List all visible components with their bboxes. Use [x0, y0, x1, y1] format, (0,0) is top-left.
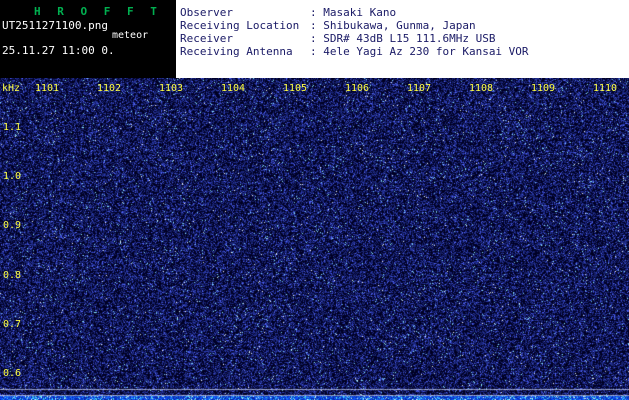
time-label: 1103	[159, 83, 184, 94]
observer-info-row: Observer: Masaki Kano	[180, 6, 629, 19]
info-label: Receiving Location	[180, 19, 300, 32]
spectrogram-canvas	[0, 78, 629, 400]
station-name: meteor	[112, 30, 149, 41]
observer-info-panel: Observer: Masaki Kano Receiving Location:…	[176, 0, 629, 78]
spectrogram-panel: kHz 1101 1102 1103 1104 1105 1106 1107 1108 1109…	[0, 78, 629, 400]
info-label: Receiver	[180, 32, 233, 45]
time-label: 1105	[283, 83, 308, 94]
time-label: 1106	[345, 83, 370, 94]
datetime-label: 25.11.27 11:00 0.	[2, 44, 115, 57]
observer-info-row: Receiver: SDR# 43dB L15 111.6MHz USB	[180, 32, 629, 45]
time-label: 1109	[531, 83, 556, 94]
observer-info-row: Receiving Location: Shibukawa, Gunma, Ja…	[180, 19, 629, 32]
freq-label: 0.6	[3, 368, 22, 379]
info-label: Receiving Antenna	[180, 45, 293, 58]
output-filename: UT2511271100.png	[2, 19, 108, 32]
freq-unit-label: kHz	[2, 83, 21, 94]
info-separator: :	[310, 6, 324, 19]
header-left: H R O F F T UT2511271100.png meteor 25.1…	[0, 0, 176, 78]
time-label: 1107	[407, 83, 432, 94]
info-value: Shibukawa, Gunma, Japan	[323, 19, 476, 32]
info-value: SDR# 43dB L15 111.6MHz USB	[323, 32, 496, 45]
info-separator: :	[310, 19, 324, 32]
header: H R O F F T UT2511271100.png meteor 25.1…	[0, 0, 629, 78]
info-value: 4ele Yagi Az 230 for Kansai VOR	[323, 45, 529, 58]
freq-label: 1.0	[3, 171, 22, 182]
time-label: 1110	[593, 83, 618, 94]
app-logo: H R O F F T	[34, 5, 162, 18]
info-separator: :	[310, 45, 324, 58]
freq-label: 1.1	[3, 122, 22, 133]
info-label: Observer	[180, 6, 233, 19]
time-label: 1102	[97, 83, 122, 94]
observer-info-row: Receiving Antenna: 4ele Yagi Az 230 for …	[180, 45, 629, 58]
freq-label: 0.9	[3, 220, 22, 231]
freq-label: 0.8	[3, 270, 22, 281]
time-label: 1104	[221, 83, 246, 94]
freq-label: 0.7	[3, 319, 22, 330]
time-label: 1101	[35, 83, 60, 94]
time-label: 1108	[469, 83, 494, 94]
hrofft-screen: H R O F F T UT2511271100.png meteor 25.1…	[0, 0, 629, 400]
info-separator: :	[310, 32, 324, 45]
info-value: Masaki Kano	[323, 6, 397, 19]
